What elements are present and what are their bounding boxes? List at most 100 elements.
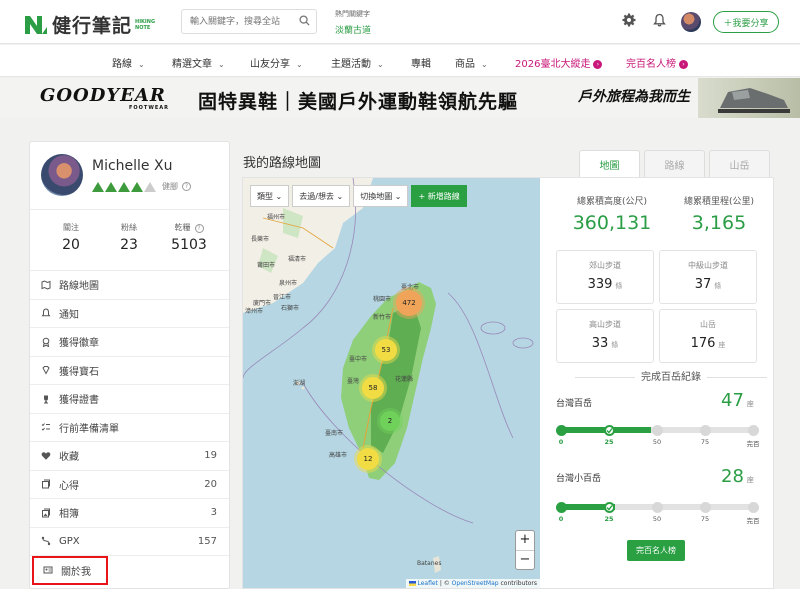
leaflet-link[interactable]: Leaflet <box>417 580 437 587</box>
map-place-label: 臺中市 <box>349 356 368 363</box>
zoom-in-button[interactable]: + <box>516 531 534 550</box>
map-place-label: 福州市 <box>267 214 286 221</box>
filter-visited-dropdown[interactable]: 去過/想去 ⌄ <box>292 185 351 207</box>
album-icon <box>42 508 50 518</box>
map-icon <box>41 280 51 290</box>
banner-brand-sub: FOOTWEAR <box>129 105 169 111</box>
map-toolbar: 類型 ⌄ 去過/想去 ⌄ 切換地圖 ⌄ + 新增路線 <box>250 185 470 207</box>
banner-headline: 固特異鞋｜美國戶外運動鞋領航先驅 <box>198 91 519 113</box>
nav-item-featured[interactable]: 精選文章 ⌄ <box>172 55 225 70</box>
main-nav: 路線 ⌄ 精選文章 ⌄ 山友分享 ⌄ 主題活動 ⌄ 專輯 商品 ⌄ 2026臺北大縱走 › … <box>0 45 800 77</box>
map-place-label: 臺灣 <box>347 378 360 385</box>
menu-item-albums[interactable]: 相簿 3 <box>30 499 229 528</box>
gear-icon[interactable] <box>622 13 636 27</box>
map-cluster-marker[interactable]: 472 <box>396 290 422 316</box>
progress-tick-label: 完百 <box>746 440 760 448</box>
total-distance-label: 總累積里程(公里) <box>683 197 755 207</box>
osm-link[interactable]: OpenStreetMap <box>452 580 499 587</box>
logo-title: 健行筆記 <box>52 15 133 37</box>
map-place-label: 花蓮縣 <box>395 376 414 383</box>
total-elevation-value: 360,131 <box>572 212 652 234</box>
route-map[interactable]: 福州市 長樂市 福清市 莆田市 泉州市 晉江市 廈門市 石獅市 漳州市 臺北市 … <box>243 178 540 588</box>
tab-map[interactable]: 地圖 <box>579 150 640 178</box>
map-cluster-marker[interactable]: 53 <box>375 339 397 361</box>
divider <box>30 209 229 210</box>
map-place-label: 澎湖 <box>293 380 306 387</box>
nav-item-routes[interactable]: 路線 ⌄ <box>112 55 145 70</box>
progress-tick-label: 25 <box>604 515 614 523</box>
nav-item-albums[interactable]: 專輯 <box>411 55 431 70</box>
profile-card: Michelle Xu 健腳 ? 關注 20 粉絲 23 乾糧? 5103 路線… <box>29 141 230 589</box>
id-card-icon <box>43 566 53 574</box>
nav-item-hall-of-fame[interactable]: 完百名人榜 › <box>626 55 688 70</box>
help-icon[interactable]: ? <box>194 224 204 233</box>
tab-routes[interactable]: 路線 <box>644 150 705 178</box>
menu-item-notifications[interactable]: 通知 <box>30 300 229 328</box>
map-place-label: 泉州市 <box>279 280 298 287</box>
profile-avatar[interactable] <box>41 154 83 196</box>
map-cluster-marker[interactable]: 12 <box>357 448 379 470</box>
menu-item-badges[interactable]: 獲得徽章 <box>30 328 229 357</box>
menu-item-gems[interactable]: 獲得寶石 <box>30 357 229 385</box>
help-icon[interactable]: ? <box>182 182 191 191</box>
nav-item-taipei-traverse[interactable]: 2026臺北大縱走 › <box>515 55 603 70</box>
zoom-control: + − <box>515 530 535 570</box>
rank-indicator: 健腳 ? <box>92 181 191 192</box>
progress-tick-label: 0 <box>558 515 564 523</box>
badge-icon <box>42 337 50 347</box>
map-place-label: 臺南市 <box>325 430 344 437</box>
map-place-label: 石獅市 <box>281 305 300 312</box>
filter-type-dropdown[interactable]: 類型 ⌄ <box>250 185 290 207</box>
menu-item-about-me[interactable]: 關於我 <box>32 556 108 585</box>
hot-keywords: 熱門關鍵字 淡蘭古道 <box>335 9 371 36</box>
hot-keyword-link[interactable]: 淡蘭古道 <box>335 23 371 36</box>
map-cluster-marker[interactable]: 2 <box>380 411 400 431</box>
stat-label: 關注 <box>63 223 79 232</box>
stat-following[interactable]: 關注 20 <box>46 222 96 253</box>
nav-item-shop[interactable]: 商品 ⌄ <box>455 55 488 70</box>
menu-item-favorites[interactable]: 收藏 19 <box>30 442 229 471</box>
zoom-out-button[interactable]: − <box>516 550 534 569</box>
progress-tick-label: 75 <box>700 515 710 523</box>
nav-item-community[interactable]: 山友分享 ⌄ <box>250 55 303 70</box>
nav-item-events[interactable]: 主題活動 ⌄ <box>331 55 384 70</box>
progress-node <box>747 424 759 436</box>
site-logo[interactable]: 健行筆記 HIKING NOTE <box>24 11 155 38</box>
heart-icon <box>41 452 51 460</box>
ad-banner[interactable]: GOODYEAR FOOTWEAR 固特異鞋｜美國戶外運動鞋領航先驅 戶外旅程為… <box>0 78 800 118</box>
banner-shoe-image <box>698 78 800 118</box>
map-attribution: Leaflet | © OpenStreetMap contributors <box>405 579 540 588</box>
menu-item-certificates[interactable]: 獲得證書 <box>30 385 229 414</box>
search-icon[interactable] <box>299 15 310 26</box>
switch-map-dropdown[interactable]: 切換地圖 ⌄ <box>353 185 409 207</box>
search-input[interactable] <box>182 10 294 33</box>
hall-of-fame-button[interactable]: 完百名人榜 <box>627 540 685 561</box>
add-route-button[interactable]: + 新增路線 <box>411 185 467 207</box>
progress-count: 47 座 <box>721 390 754 411</box>
total-distance-value: 3,165 <box>691 212 747 234</box>
progress-node <box>651 424 663 436</box>
menu-item-reviews[interactable]: 心得 20 <box>30 471 229 499</box>
logo-subtitle: HIKING NOTE <box>135 18 156 31</box>
mountain-rank-icon <box>144 181 156 192</box>
chevron-right-icon: › <box>593 59 603 69</box>
progress-node <box>603 424 615 436</box>
stat-box-mid-trails: 中級山步道 37 條 <box>659 250 757 304</box>
stat-rations[interactable]: 乾糧? 5103 <box>164 222 214 253</box>
menu-item-route-map[interactable]: 路線地圖 <box>30 271 229 300</box>
bell-icon[interactable] <box>653 13 666 27</box>
share-button[interactable]: ＋我要分享 <box>713 11 779 33</box>
map-place-label: 新竹市 <box>373 314 392 321</box>
menu-item-gpx[interactable]: GPX 157 <box>30 528 229 556</box>
stat-label: 乾糧? <box>164 222 214 233</box>
stat-followers[interactable]: 粉絲 23 <box>104 222 154 253</box>
progress-node <box>699 501 711 513</box>
tab-mountains[interactable]: 山岳 <box>709 150 770 178</box>
menu-item-checklist[interactable]: 行前準備清單 <box>30 414 229 442</box>
progress-tick-label: 完百 <box>746 517 760 525</box>
menu-count: 19 <box>204 450 217 462</box>
map-cluster-marker[interactable]: 58 <box>362 377 384 399</box>
user-avatar[interactable] <box>681 12 701 32</box>
progress-tick-label: 0 <box>558 438 564 446</box>
progress-tick-label: 50 <box>652 438 662 446</box>
